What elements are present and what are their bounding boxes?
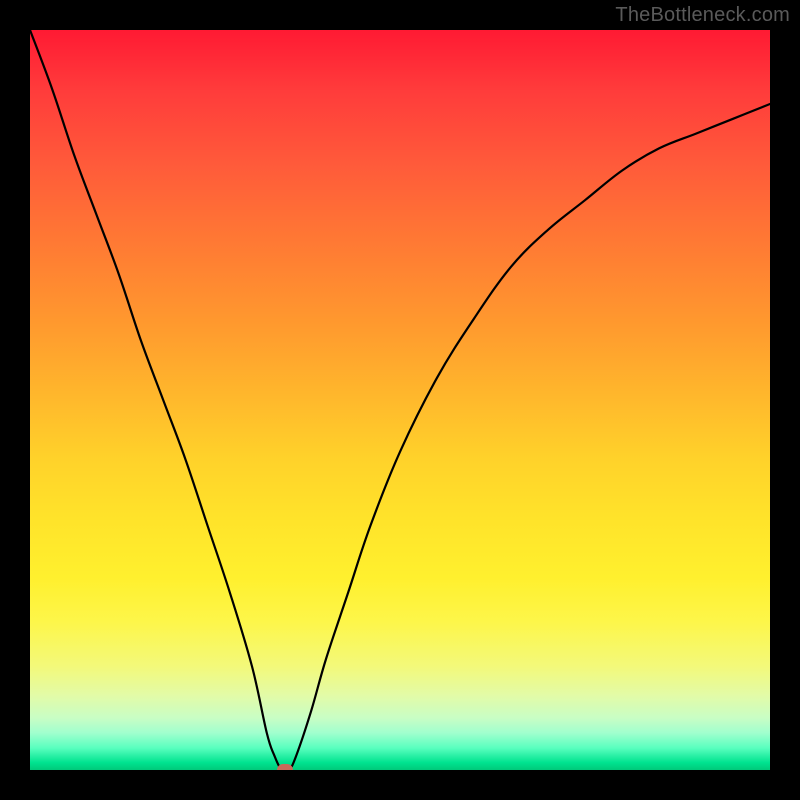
bottleneck-curve — [30, 30, 770, 770]
watermark-text: TheBottleneck.com — [615, 4, 790, 27]
chart-frame: TheBottleneck.com — [0, 0, 800, 800]
optimum-marker — [277, 764, 293, 770]
plot-area — [30, 30, 770, 770]
